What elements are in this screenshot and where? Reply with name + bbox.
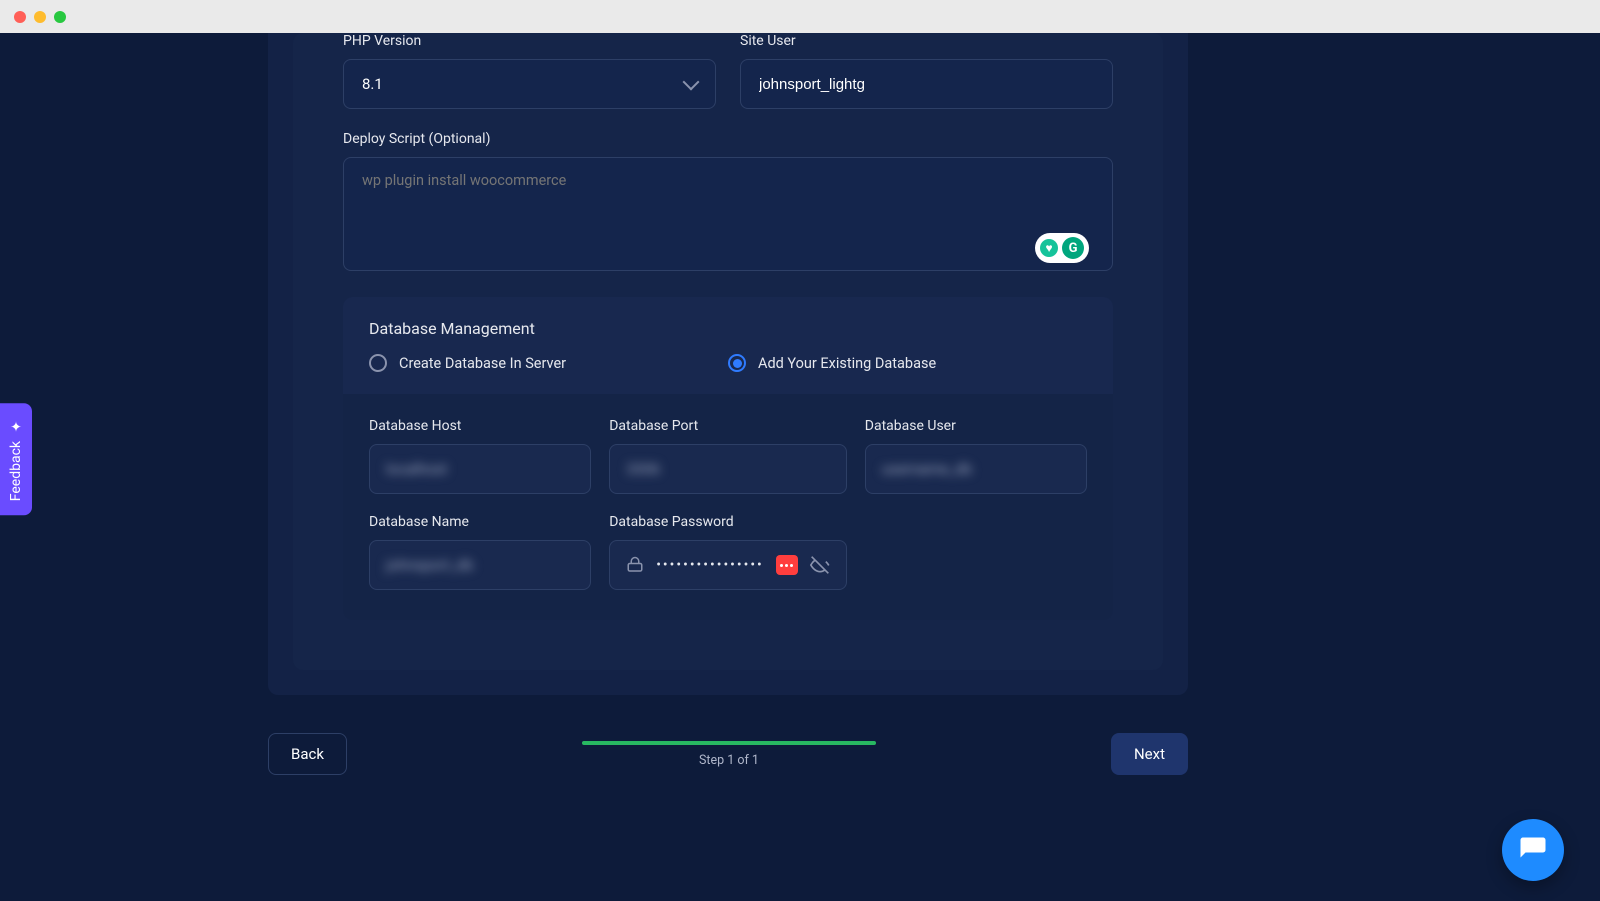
mac-titlebar bbox=[0, 0, 1600, 33]
wizard-footer: Back Step 1 of 1 Next bbox=[268, 733, 1188, 775]
deploy-script-textarea[interactable] bbox=[343, 157, 1113, 271]
db-port-label: Database Port bbox=[609, 418, 847, 434]
radio-add-existing[interactable]: Add Your Existing Database bbox=[728, 354, 1087, 372]
radio-create-in-server[interactable]: Create Database In Server bbox=[369, 354, 728, 372]
step-text: Step 1 of 1 bbox=[699, 753, 759, 768]
window-maximize-icon[interactable] bbox=[54, 11, 66, 23]
password-manager-icon[interactable] bbox=[776, 555, 798, 575]
site-user-field[interactable] bbox=[759, 76, 1094, 93]
db-port-input[interactable]: 3306 bbox=[609, 444, 847, 494]
back-button[interactable]: Back bbox=[268, 733, 347, 775]
step-indicator: Step 1 of 1 bbox=[347, 741, 1111, 768]
radio-icon bbox=[369, 354, 387, 372]
feedback-label: Feedback bbox=[8, 441, 24, 501]
database-management-title: Database Management bbox=[369, 319, 1087, 338]
db-password-value: •••••••••••••••• bbox=[656, 557, 764, 573]
site-user-label: Site User bbox=[740, 33, 1113, 49]
radio-selected-icon bbox=[728, 354, 746, 372]
sparkle-icon: ✦ bbox=[8, 417, 24, 433]
key-icon bbox=[626, 556, 644, 574]
feedback-tab[interactable]: Feedback ✦ bbox=[0, 403, 32, 515]
chat-icon bbox=[1518, 835, 1548, 865]
chevron-down-icon bbox=[683, 74, 700, 91]
db-name-label: Database Name bbox=[369, 514, 591, 530]
db-user-label: Database User bbox=[865, 418, 1087, 434]
db-host-value: localhost bbox=[386, 460, 447, 478]
form-card: PHP Version 8.1 Site User Deploy Script … bbox=[268, 33, 1188, 695]
db-host-label: Database Host bbox=[369, 418, 591, 434]
chat-button[interactable] bbox=[1502, 819, 1564, 881]
grammarly-bulb-icon: ♥ bbox=[1040, 239, 1058, 257]
db-password-label: Database Password bbox=[609, 514, 847, 530]
db-user-value: username_db bbox=[882, 460, 972, 478]
grammarly-logo-icon: G bbox=[1062, 237, 1084, 259]
php-version-value: 8.1 bbox=[362, 75, 383, 93]
next-button-label: Next bbox=[1134, 745, 1165, 763]
back-button-label: Back bbox=[291, 745, 324, 763]
db-host-input[interactable]: localhost bbox=[369, 444, 591, 494]
db-name-input[interactable]: johnsport_db bbox=[369, 540, 591, 590]
next-button[interactable]: Next bbox=[1111, 733, 1188, 775]
site-user-input[interactable] bbox=[740, 59, 1113, 109]
deploy-script-label: Deploy Script (Optional) bbox=[343, 131, 1113, 147]
radio-create-label: Create Database In Server bbox=[399, 355, 566, 372]
php-version-label: PHP Version bbox=[343, 33, 716, 49]
progress-bar bbox=[582, 741, 876, 745]
window-minimize-icon[interactable] bbox=[34, 11, 46, 23]
eye-off-icon[interactable] bbox=[810, 555, 830, 575]
database-management-section: Database Management Create Database In S… bbox=[343, 297, 1113, 620]
db-port-value: 3306 bbox=[626, 460, 660, 478]
radio-existing-label: Add Your Existing Database bbox=[758, 355, 936, 372]
window-close-icon[interactable] bbox=[14, 11, 26, 23]
db-user-input[interactable]: username_db bbox=[865, 444, 1087, 494]
db-password-input[interactable]: •••••••••••••••• bbox=[609, 540, 847, 590]
grammarly-widget[interactable]: ♥ G bbox=[1035, 233, 1089, 263]
db-name-value: johnsport_db bbox=[386, 556, 473, 574]
php-version-select[interactable]: 8.1 bbox=[343, 59, 716, 109]
